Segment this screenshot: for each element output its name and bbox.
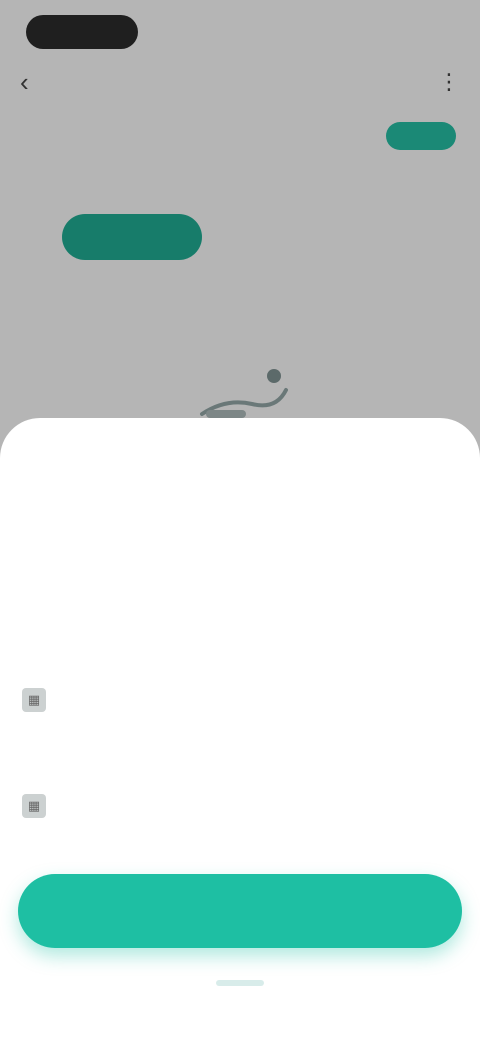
option-item[interactable] <box>0 570 160 602</box>
bottom-sheet: ▦ ▦ <box>0 418 480 1040</box>
field1-input[interactable]: ▦ <box>22 680 458 720</box>
home-indicator <box>216 980 264 986</box>
option-item[interactable] <box>160 570 320 602</box>
field2-input[interactable]: ▦ <box>22 786 458 826</box>
option-item[interactable] <box>160 516 320 548</box>
option-item[interactable] <box>320 570 480 602</box>
calendar-icon: ▦ <box>22 794 46 818</box>
option-grid <box>0 516 480 602</box>
confirm-button[interactable] <box>18 874 462 948</box>
calendar-icon: ▦ <box>22 688 46 712</box>
option-item[interactable] <box>0 516 160 548</box>
option-item[interactable] <box>320 516 480 548</box>
